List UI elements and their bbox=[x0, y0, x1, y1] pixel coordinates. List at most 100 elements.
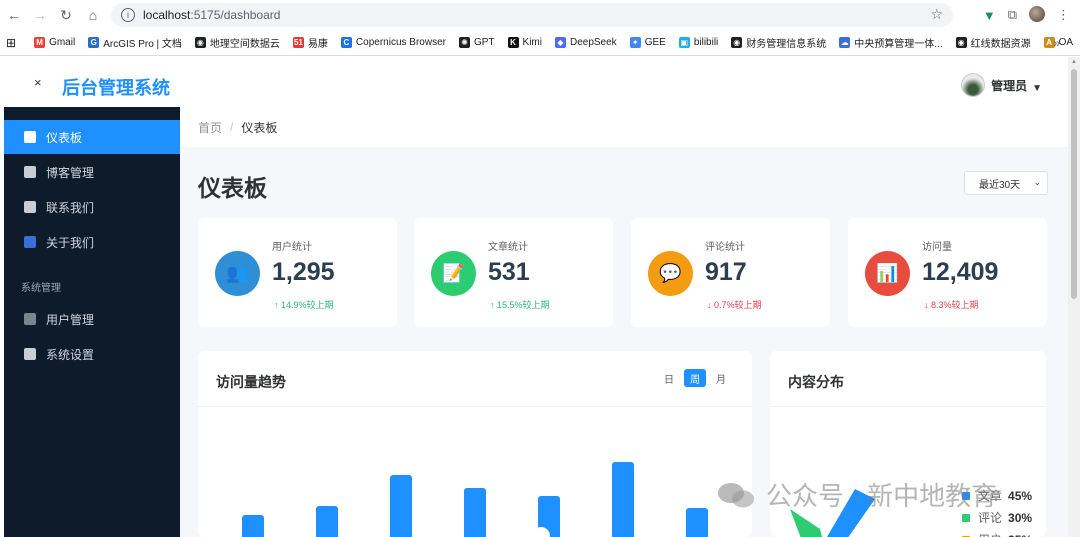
bookmark-favicon-icon: ☁ bbox=[839, 37, 851, 48]
stat-card: 📝 文章统计 531 ↑ 15.5%较上期 bbox=[414, 218, 613, 327]
main-content: 首页 / 仪表板 仪表板 最近30天 ⌄ 👥 用户统计 1,295 ↑ 14.9%较上… bbox=[180, 107, 1068, 537]
legend-label: 用户 bbox=[978, 531, 1002, 537]
app-brand: 后台管理系统 bbox=[62, 78, 170, 98]
bookmark-item[interactable]: ◉ 财务管理信息系统 bbox=[731, 35, 826, 50]
page-title: 仪表板 bbox=[198, 175, 267, 201]
legend-percent: 45% bbox=[1008, 488, 1033, 503]
stat-card: 💬 评论统计 917 ↓ 0.7%较上期 bbox=[631, 218, 830, 327]
chart-bar[interactable] bbox=[464, 488, 486, 537]
chart-bar[interactable] bbox=[316, 506, 338, 537]
bookmark-label: GPT bbox=[473, 37, 495, 48]
bookmark-item[interactable]: ✦ GEE bbox=[629, 37, 666, 48]
date-range-select[interactable]: 最近30天 ⌄ bbox=[964, 171, 1048, 195]
sidebar-item[interactable]: 用户管理 bbox=[4, 302, 180, 336]
sidebar-item[interactable]: 仪表板 bbox=[4, 120, 180, 154]
chart-icon bbox=[24, 131, 36, 143]
stat-trend: ↑ 15.5%较上期 bbox=[490, 300, 550, 310]
page-scrollbar[interactable]: ▲ bbox=[1068, 57, 1080, 537]
chart-bar[interactable] bbox=[686, 508, 708, 537]
apps-grid-icon[interactable]: ⊞ bbox=[6, 36, 16, 50]
bookmark-label: 中央预算管理一体... bbox=[854, 39, 943, 50]
scroll-up-icon[interactable]: ▲ bbox=[1071, 59, 1077, 65]
sidebar-item[interactable]: 关于我们 bbox=[4, 225, 180, 259]
sidebar-item[interactable]: 博客管理 bbox=[4, 155, 180, 189]
profile-avatar[interactable] bbox=[1029, 5, 1045, 25]
sidebar-item-label: 用户管理 bbox=[46, 312, 95, 327]
bookmark-item[interactable]: ◉ 地理空间数据云 bbox=[194, 35, 280, 50]
back-icon[interactable]: ← bbox=[0, 1, 28, 29]
divider bbox=[198, 406, 752, 407]
extensions-area: ▼ ⧉ ⋮ bbox=[983, 0, 1080, 30]
legend-swatch bbox=[962, 513, 970, 522]
users-icon: 👥 bbox=[215, 251, 260, 296]
forward-icon[interactable]: → bbox=[26, 1, 54, 29]
users-icon bbox=[24, 313, 36, 325]
stat-card: 📊 访问量 12,409 ↓ 8.3%较上期 bbox=[848, 218, 1047, 327]
bookmark-item[interactable]: ✺ GPT bbox=[458, 37, 495, 48]
chart-bar[interactable] bbox=[612, 462, 634, 537]
bookmark-favicon-icon: ◆ bbox=[554, 37, 566, 48]
bookmark-item[interactable]: ◉ 红线数据资源 bbox=[955, 35, 1031, 50]
legend-item[interactable]: 用户 25% bbox=[962, 531, 1032, 537]
bookmark-item[interactable]: K Kimi bbox=[507, 37, 542, 48]
period-tab[interactable]: 月 bbox=[710, 369, 732, 387]
collapse-sidebar-button[interactable]: × bbox=[34, 75, 42, 90]
stat-label: 评论统计 bbox=[705, 242, 745, 253]
stat-trend: ↓ 8.3%较上期 bbox=[924, 300, 979, 310]
watermark: 公众号 · 新中地教育 bbox=[716, 476, 997, 513]
bookmark-item[interactable]: G ArcGIS Pro | 文档 bbox=[88, 35, 182, 50]
period-tab[interactable]: 周 bbox=[684, 369, 706, 387]
extensions-puzzle-icon[interactable]: ⧉ bbox=[1008, 7, 1017, 23]
bookmark-label: 地理空间数据云 bbox=[209, 39, 280, 50]
bookmark-item[interactable]: ☁ 中央预算管理一体... bbox=[839, 35, 943, 50]
browser-toolbar: ← → ↻ ⌂ i localhost:5175/dashboard ☆ ▼ ⧉… bbox=[0, 0, 1080, 30]
home-icon[interactable]: ⌂ bbox=[79, 1, 107, 29]
sidebar-group-title: 系统管理 bbox=[21, 283, 61, 294]
bookmark-item[interactable]: ◆ DeepSeek bbox=[554, 37, 617, 48]
bookmark-item[interactable]: 51 易康 bbox=[292, 35, 328, 50]
sidebar-item[interactable]: 系统设置 bbox=[4, 337, 180, 371]
reload-icon[interactable]: ↻ bbox=[52, 1, 80, 29]
bookmark-star-icon[interactable]: ☆ bbox=[930, 6, 943, 23]
stat-label: 文章统计 bbox=[488, 242, 528, 253]
stat-value: 12,409 bbox=[922, 258, 999, 286]
kebab-menu-icon[interactable]: ⋮ bbox=[1057, 7, 1070, 23]
panel-title: 访问量趋势 bbox=[216, 374, 286, 390]
url-host: localhost bbox=[143, 8, 191, 22]
period-tab[interactable]: 日 bbox=[658, 369, 680, 387]
user-menu[interactable]: 管理员 ▼ bbox=[961, 73, 1042, 97]
bookmark-item[interactable]: ▣ bilibili bbox=[678, 37, 718, 48]
bookmark-label: 红线数据资源 bbox=[970, 39, 1031, 50]
bookmarks-bar: ⊞ M Gmail G ArcGIS Pro | 文档 ◉ 地理空间数据云 51 易康 C Cop… bbox=[0, 30, 1080, 56]
chevron-down-icon[interactable]: ▼ bbox=[1032, 83, 1042, 94]
app-root: × 后台管理系统 管理员 ▼ 仪表板 博客管理 联系我们 关于我们 系统管理 用户管理… bbox=[4, 57, 1068, 537]
bookmarks-more-icon[interactable]: » bbox=[1053, 36, 1060, 50]
sidebar-item[interactable]: 联系我们 bbox=[4, 190, 180, 224]
breadcrumb: 首页 / 仪表板 bbox=[180, 107, 1068, 147]
chart-bar[interactable] bbox=[390, 475, 412, 537]
edit-icon bbox=[24, 166, 36, 178]
avatar[interactable] bbox=[961, 73, 986, 97]
bookmark-favicon-icon: 51 bbox=[292, 37, 304, 48]
visits-trend-panel: 访问量趋势 日周月 bbox=[198, 351, 752, 537]
bookmark-favicon-icon: ◉ bbox=[194, 37, 206, 48]
chart-bar[interactable] bbox=[242, 515, 264, 537]
bookmark-label: OA bbox=[1058, 37, 1074, 48]
vue-devtools-icon[interactable]: ▼ bbox=[983, 8, 996, 23]
stat-trend: ↓ 0.7%较上期 bbox=[707, 300, 762, 310]
breadcrumb-separator: / bbox=[230, 120, 234, 134]
wechat-icon bbox=[718, 482, 754, 507]
user-name[interactable]: 管理员 bbox=[991, 77, 1027, 94]
sidebar-item-label: 关于我们 bbox=[46, 235, 95, 250]
article-icon: 📝 bbox=[431, 251, 476, 296]
bookmark-label: DeepSeek bbox=[569, 37, 617, 48]
bookmark-item[interactable]: M Gmail bbox=[34, 37, 75, 48]
site-info-icon[interactable]: i bbox=[121, 8, 135, 22]
gear-icon bbox=[24, 348, 36, 360]
bookmark-item[interactable]: C Copernicus Browser bbox=[340, 37, 446, 48]
address-bar[interactable]: i localhost:5175/dashboard ☆ bbox=[111, 3, 953, 27]
sidebar-item-label: 仪表板 bbox=[46, 130, 83, 145]
stat-value: 917 bbox=[705, 258, 747, 286]
breadcrumb-home[interactable]: 首页 bbox=[198, 119, 222, 136]
scrollbar-thumb[interactable] bbox=[1071, 69, 1077, 299]
